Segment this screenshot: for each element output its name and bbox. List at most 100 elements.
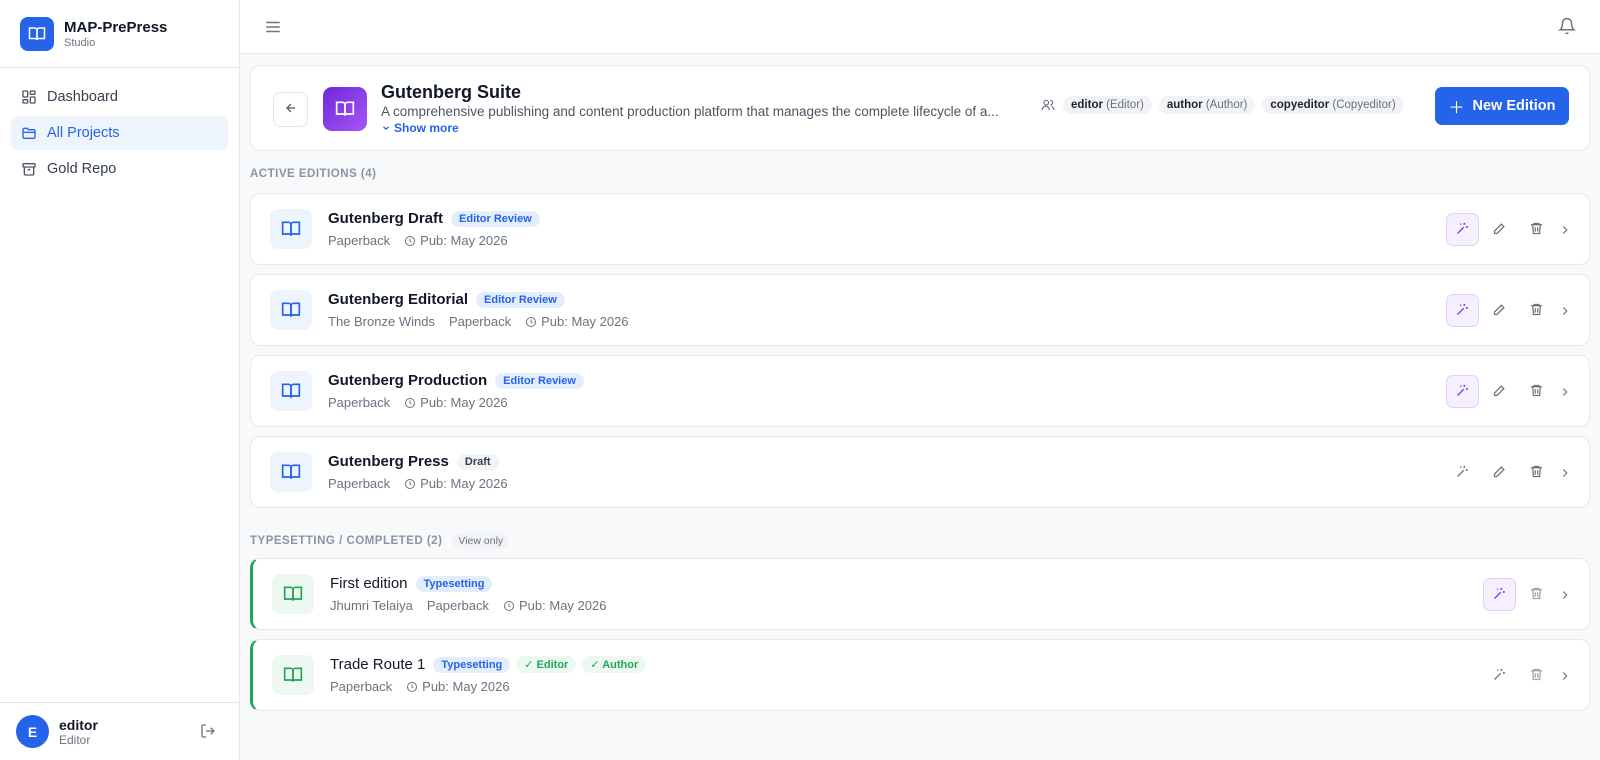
member-list: editor (Editor) author (Author) copyedit… (1041, 96, 1411, 114)
status-badge: Typesetting (415, 575, 493, 592)
sidebar-nav: Dashboard All Projects Gold Repo (0, 68, 239, 200)
sidebar-item-label: All Projects (47, 125, 120, 141)
magic-wand-button[interactable] (1446, 294, 1479, 327)
brand[interactable]: MAP-PrePress Studio (0, 0, 239, 68)
new-edition-label: New Edition (1472, 98, 1556, 114)
trash-icon (1529, 667, 1544, 685)
edition-row[interactable]: Trade Route 1 Typesetting ✓ Editor ✓ Author… (250, 639, 1590, 711)
edition-row[interactable]: First edition Typesetting Jhumri Telaiya P… (250, 558, 1590, 630)
chevron-right-icon[interactable] (1557, 587, 1573, 603)
chevron-right-icon[interactable] (1557, 303, 1573, 319)
edition-row[interactable]: Gutenberg Draft Editor Review Paperback Pu… (250, 193, 1590, 265)
delete-button[interactable] (1520, 578, 1553, 611)
sparkles-icon (1455, 302, 1470, 320)
pencil-icon (1492, 302, 1507, 320)
pencil-icon (1492, 464, 1507, 482)
sidebar-item-label: Gold Repo (47, 161, 117, 177)
edition-row[interactable]: Gutenberg Press Draft Paperback Pub: May 2… (250, 436, 1590, 508)
book-open-icon (20, 16, 54, 51)
dashboard-icon (21, 89, 37, 105)
edit-button[interactable] (1483, 213, 1516, 246)
chevron-right-icon[interactable] (1557, 222, 1573, 238)
sidebar-item-dashboard[interactable]: Dashboard (11, 80, 228, 114)
edition-name: Gutenberg Production (328, 372, 488, 389)
user-panel: E editor Editor (0, 702, 240, 760)
back-button[interactable] (273, 92, 308, 127)
edition-format: Paperback (448, 314, 512, 329)
magic-wand-button[interactable] (1446, 375, 1479, 408)
clock-icon (405, 397, 416, 408)
member-chip: editor (Editor) (1063, 96, 1152, 114)
project-header: Gutenberg Suite A comprehensive publishi… (250, 65, 1590, 151)
bell-icon[interactable] (1557, 17, 1577, 35)
arrow-left-icon (284, 101, 298, 118)
status-badge: Draft (456, 453, 499, 470)
new-edition-button[interactable]: ＋ New Edition (1435, 87, 1569, 125)
sidebar-item-all-projects[interactable]: All Projects (11, 116, 228, 150)
app-name: MAP-PrePress (64, 18, 168, 36)
trash-icon (1529, 302, 1544, 320)
magic-wand-button[interactable] (1483, 578, 1516, 611)
edition-format: Paperback (328, 476, 391, 491)
clock-icon (526, 316, 537, 327)
edition-format: Paperback (426, 598, 490, 613)
chevron-right-icon[interactable] (1557, 465, 1573, 481)
show-more-label: Show more (394, 121, 459, 135)
sparkles-icon (1492, 667, 1507, 685)
chevron-right-icon[interactable] (1557, 384, 1573, 400)
magic-wand-button[interactable] (1446, 456, 1479, 489)
member-chip: author (Author) (1158, 96, 1256, 114)
edition-series: Jhumri Telaiya (330, 598, 413, 613)
magic-wand-button[interactable] (1446, 213, 1479, 246)
users-icon (1041, 98, 1055, 112)
pub-date: Pub: May 2026 (404, 395, 521, 410)
pub-date: Pub: May 2026 (404, 233, 521, 248)
delete-button[interactable] (1520, 375, 1553, 408)
app-subtitle: Studio (64, 36, 96, 49)
clock-icon (504, 600, 515, 611)
chevron-right-icon[interactable] (1557, 668, 1573, 684)
edit-button[interactable] (1483, 294, 1516, 327)
active-editions-heading: ACTIVE EDITIONS (4) (250, 168, 377, 180)
chevron-down-icon (381, 123, 391, 133)
show-more-link[interactable]: Show more (381, 121, 459, 135)
sparkles-icon (1492, 586, 1507, 604)
edition-row[interactable]: Gutenberg Production Editor Review Paperb… (250, 355, 1590, 427)
delete-button[interactable] (1520, 213, 1553, 246)
user-name: editor (59, 716, 98, 733)
topbar (240, 0, 1600, 54)
edition-name: Gutenberg Editorial (328, 291, 469, 308)
editor-approved-badge: ✓ Editor (516, 656, 577, 673)
logout-icon[interactable] (200, 723, 216, 739)
archive-icon (21, 161, 37, 177)
pub-date: Pub: May 2026 (404, 476, 521, 491)
edition-name: Trade Route 1 (330, 656, 426, 673)
pencil-icon (1492, 221, 1507, 239)
book-open-icon (272, 655, 314, 695)
edit-button[interactable] (1483, 375, 1516, 408)
book-open-icon (270, 209, 312, 249)
folder-icon (21, 125, 37, 141)
pub-date: Pub: May 2026 (503, 598, 620, 613)
avatar: E (16, 715, 49, 748)
sparkles-icon (1455, 464, 1470, 482)
magic-wand-button[interactable] (1483, 659, 1516, 692)
trash-icon (1529, 383, 1544, 401)
completed-editions-heading: TYPESETTING / COMPLETED (2) View only (250, 533, 510, 549)
delete-button[interactable] (1520, 659, 1553, 692)
trash-icon (1529, 221, 1544, 239)
menu-icon[interactable] (264, 18, 282, 36)
edition-format: Paperback (328, 395, 391, 410)
delete-button[interactable] (1520, 294, 1553, 327)
edition-format: Paperback (330, 679, 393, 694)
edition-row[interactable]: Gutenberg Editorial Editor Review The Bro… (250, 274, 1590, 346)
sparkles-icon (1455, 221, 1470, 239)
sidebar-item-gold-repo[interactable]: Gold Repo (11, 152, 228, 186)
status-badge: Editor Review (495, 372, 584, 389)
edit-button[interactable] (1483, 456, 1516, 489)
delete-button[interactable] (1520, 456, 1553, 489)
book-open-icon (270, 371, 312, 411)
user-role: Editor (59, 732, 91, 747)
pencil-icon (1492, 383, 1507, 401)
edition-series: The Bronze Winds (328, 314, 435, 329)
